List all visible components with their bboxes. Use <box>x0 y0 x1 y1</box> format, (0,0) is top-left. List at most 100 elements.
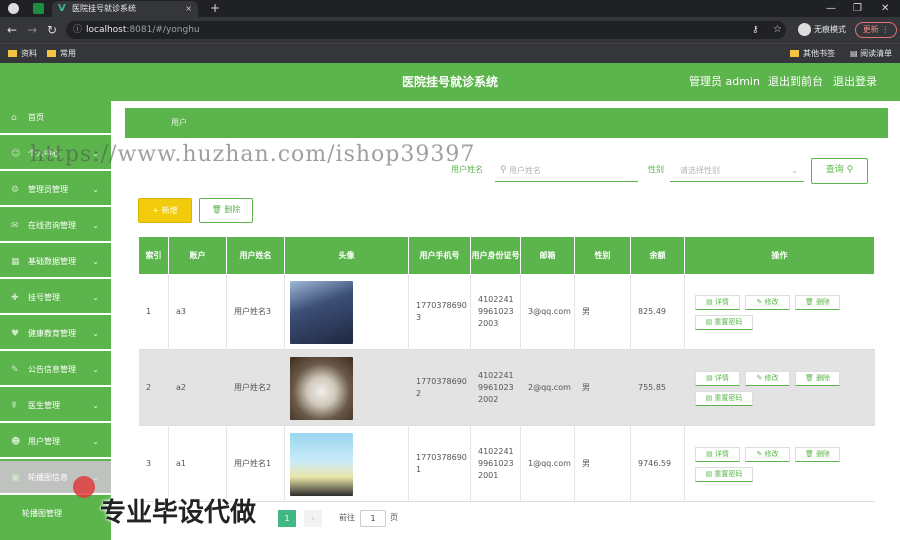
edit-button[interactable]: ✎ 修改 <box>745 371 790 386</box>
name-search-input[interactable] <box>495 160 638 182</box>
sidebar-subitem-carousel-manage[interactable]: 轮播图管理 <box>0 497 111 531</box>
browser-tab-active[interactable]: V 医院挂号就诊系统 × <box>52 1 198 17</box>
avatar-cat[interactable] <box>290 356 353 420</box>
sidebar-item-label: 管理员管理 <box>28 185 68 194</box>
maximize-icon[interactable]: ❐ <box>853 0 862 17</box>
delete-button[interactable]: 🗑︎ 删除 <box>199 198 253 223</box>
view-detail-button[interactable]: ▤ 详情 <box>695 371 740 386</box>
menu-icon: ✎ <box>11 365 19 375</box>
menu-icon: ✚ <box>11 293 19 303</box>
sidebar-item-doctor-manage[interactable]: ☤ 医生管理 ⌄ <box>0 389 111 423</box>
sidebar-item-consult-manage[interactable]: ✉ 在线咨询管理 ⌄ <box>0 209 111 243</box>
reading-list[interactable]: ▤ 阅读清单 <box>850 44 892 63</box>
sex-select[interactable]: 请选择性别 ⌄ <box>670 160 804 182</box>
menu-icon: ☻ <box>11 437 21 447</box>
bookmark-folder-changyong[interactable]: 常用 <box>47 44 76 63</box>
forward-icon[interactable]: → <box>27 21 37 39</box>
query-button[interactable]: 查询 ⚲ <box>811 158 868 184</box>
update-button[interactable]: 更新 ⋮ <box>855 22 897 38</box>
cell-name: 用户姓名3 <box>227 274 285 350</box>
pagination-current-page[interactable]: 1 <box>278 510 296 527</box>
cell-text: 410224199610232002 <box>478 371 514 404</box>
sidebar-item-label: 公告信息管理 <box>28 365 76 374</box>
cell-text: 3@qq.com <box>528 307 571 316</box>
close-tab-icon[interactable]: × <box>185 1 192 17</box>
op-label: 重置密码 <box>714 470 743 478</box>
op-label: 重置密码 <box>714 318 743 326</box>
back-icon[interactable]: ← <box>7 21 17 39</box>
bookmark-label: 资料 <box>21 49 37 58</box>
pagination-next-icon[interactable]: › <box>304 510 322 527</box>
reset-password-button[interactable]: ▤ 重置密码 <box>695 315 753 330</box>
table-row[interactable]: 3 a1 用户姓名1 17703786901 410224199610232001 1@q… <box>139 426 875 502</box>
pagination-page-input[interactable] <box>360 510 386 527</box>
column-header-sex: 性别 <box>575 237 631 274</box>
bookmark-folder-other[interactable]: 其他书签 <box>790 44 835 63</box>
minimize-icon[interactable]: — <box>826 0 836 17</box>
bookmark-folder-ziliao[interactable]: 资料 <box>8 44 37 63</box>
close-window-icon[interactable]: ✕ <box>881 0 889 17</box>
cell-index: 1 <box>139 274 169 350</box>
edit-button[interactable]: ✎ 修改 <box>745 447 790 462</box>
back-to-frontend-link[interactable]: 退出到前台 <box>768 63 823 101</box>
sidebar-item-basic-data-manage[interactable]: ▦ 基础数据管理 ⌄ <box>0 245 111 279</box>
chevron-down-icon: ⌄ <box>92 185 99 194</box>
sidebar-item-user-manage[interactable]: ☻ 用户管理 ⌄ <box>0 425 111 459</box>
avatar-boy[interactable] <box>290 280 353 344</box>
chevron-down-icon: ⌄ <box>92 329 99 338</box>
green-app-icon[interactable] <box>33 3 44 14</box>
reset-password-button[interactable]: ▤ 重置密码 <box>695 467 753 482</box>
sidebar-item-admin-manage[interactable]: ⚙ 管理员管理 ⌄ <box>0 173 111 207</box>
cell-text: 825.49 <box>638 307 666 316</box>
sidebar-item-label: 在线咨询管理 <box>28 221 76 230</box>
table-row[interactable]: 2 a2 用户姓名2 17703786902 410224199610232002 2@q… <box>139 350 875 426</box>
key-icon[interactable]: ⚷ <box>752 21 759 39</box>
op-icon: 🗑︎ <box>804 450 814 458</box>
sidebar-item-health-edu-manage[interactable]: ♥ 健康教育管理 ⌄ <box>0 317 111 351</box>
cell-index: 2 <box>139 350 169 426</box>
view-detail-button[interactable]: ▤ 详情 <box>695 447 740 462</box>
cell-text: 男 <box>582 383 590 392</box>
avatar-girl[interactable] <box>290 432 353 496</box>
new-tab-icon[interactable]: + <box>210 0 220 17</box>
sidebar-item-registration-manage[interactable]: ✚ 挂号管理 ⌄ <box>0 281 111 315</box>
sidebar-item-home[interactable]: ⌂ 首页 <box>0 101 111 135</box>
info-icon[interactable]: ⓘ <box>73 21 82 39</box>
reload-icon[interactable]: ↻ <box>47 21 57 39</box>
cell-text: 410224199610232003 <box>478 295 514 328</box>
table-row[interactable]: 1 a3 用户姓名3 17703786903 410224199610232003 3@q… <box>139 274 875 350</box>
op-icon: ✎ <box>756 298 763 306</box>
menu-icon: ▦ <box>11 257 20 267</box>
cell-text: 755.85 <box>638 383 666 392</box>
cell-id-card: 410224199610232001 <box>471 426 521 502</box>
breadcrumb: 用户 <box>125 108 888 138</box>
add-button[interactable]: + 新增 <box>138 198 192 223</box>
op-icon: ▤ <box>706 298 713 306</box>
url-field[interactable]: ⓘ localhost:8081/#/yonghu <box>66 21 786 39</box>
row-delete-button[interactable]: 🗑︎ 删除 <box>795 371 840 386</box>
op-label: 删除 <box>816 450 831 458</box>
star-icon[interactable]: ☆ <box>773 21 782 39</box>
row-delete-button[interactable]: 🗑︎ 删除 <box>795 447 840 462</box>
reading-list-icon: ▤ <box>850 49 861 58</box>
logout-link[interactable]: 退出登录 <box>833 63 877 101</box>
bookmark-label: 阅读清单 <box>860 49 893 58</box>
op-label: 详情 <box>714 450 729 458</box>
menu-icon: ☺ <box>11 149 21 159</box>
chevron-down-icon: ⌄ <box>92 221 99 230</box>
cell-text: 男 <box>582 307 590 316</box>
cell-email: 3@qq.com <box>521 274 575 350</box>
bookmark-label: 其他书签 <box>803 49 835 58</box>
cell-balance: 825.49 <box>631 274 685 350</box>
cell-text: a3 <box>176 307 186 316</box>
incognito-indicator[interactable]: 无痕模式 <box>798 22 846 38</box>
row-delete-button[interactable]: 🗑︎ 删除 <box>795 295 840 310</box>
sidebar-item-notice-manage[interactable]: ✎ 公告信息管理 ⌄ <box>0 353 111 387</box>
reset-password-button[interactable]: ▤ 重置密码 <box>695 391 753 406</box>
menu-icon: ☤ <box>11 401 18 411</box>
view-detail-button[interactable]: ▤ 详情 <box>695 295 740 310</box>
app-header: 医院挂号就诊系统 管理员 admin 退出到前台 退出登录 <box>0 63 900 101</box>
cell-sex: 男 <box>575 274 631 350</box>
edit-button[interactable]: ✎ 修改 <box>745 295 790 310</box>
chrome-icon[interactable] <box>8 3 19 14</box>
